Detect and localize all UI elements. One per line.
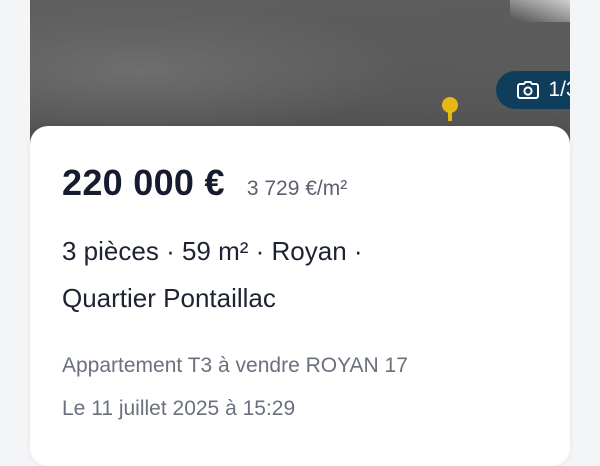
photo-counter-text: 1/3	[548, 78, 570, 101]
listing-details: 3 pièces · 59 m² · Royan · Quartier Pont…	[62, 228, 532, 322]
listing-price: 220 000 €	[62, 162, 225, 203]
camera-icon	[517, 81, 540, 99]
photo-highlight	[510, 0, 570, 22]
listing-card[interactable]: 220 000 € 3 729 €/m² 3 pièces · 59 m² · …	[30, 126, 570, 466]
listing-title: Appartement T3 à vendre ROYAN 17	[62, 354, 408, 377]
price-per-square-meter: 3 729 €/m²	[246, 177, 348, 200]
photo-counter-badge[interactable]: 1/3	[496, 71, 570, 109]
listing-details-line: Quartier Pontaillac	[62, 283, 276, 313]
listing-meta: Appartement T3 à vendre ROYAN 17 Le 11 j…	[62, 344, 408, 430]
price-row: 220 000 € 3 729 €/m²	[62, 162, 347, 204]
listing-details-line: 3 pièces · 59 m² · Royan ·	[62, 236, 363, 266]
agency-logo-watermark	[442, 97, 458, 121]
listing-date: Le 11 juillet 2025 à 15:29	[62, 397, 296, 420]
